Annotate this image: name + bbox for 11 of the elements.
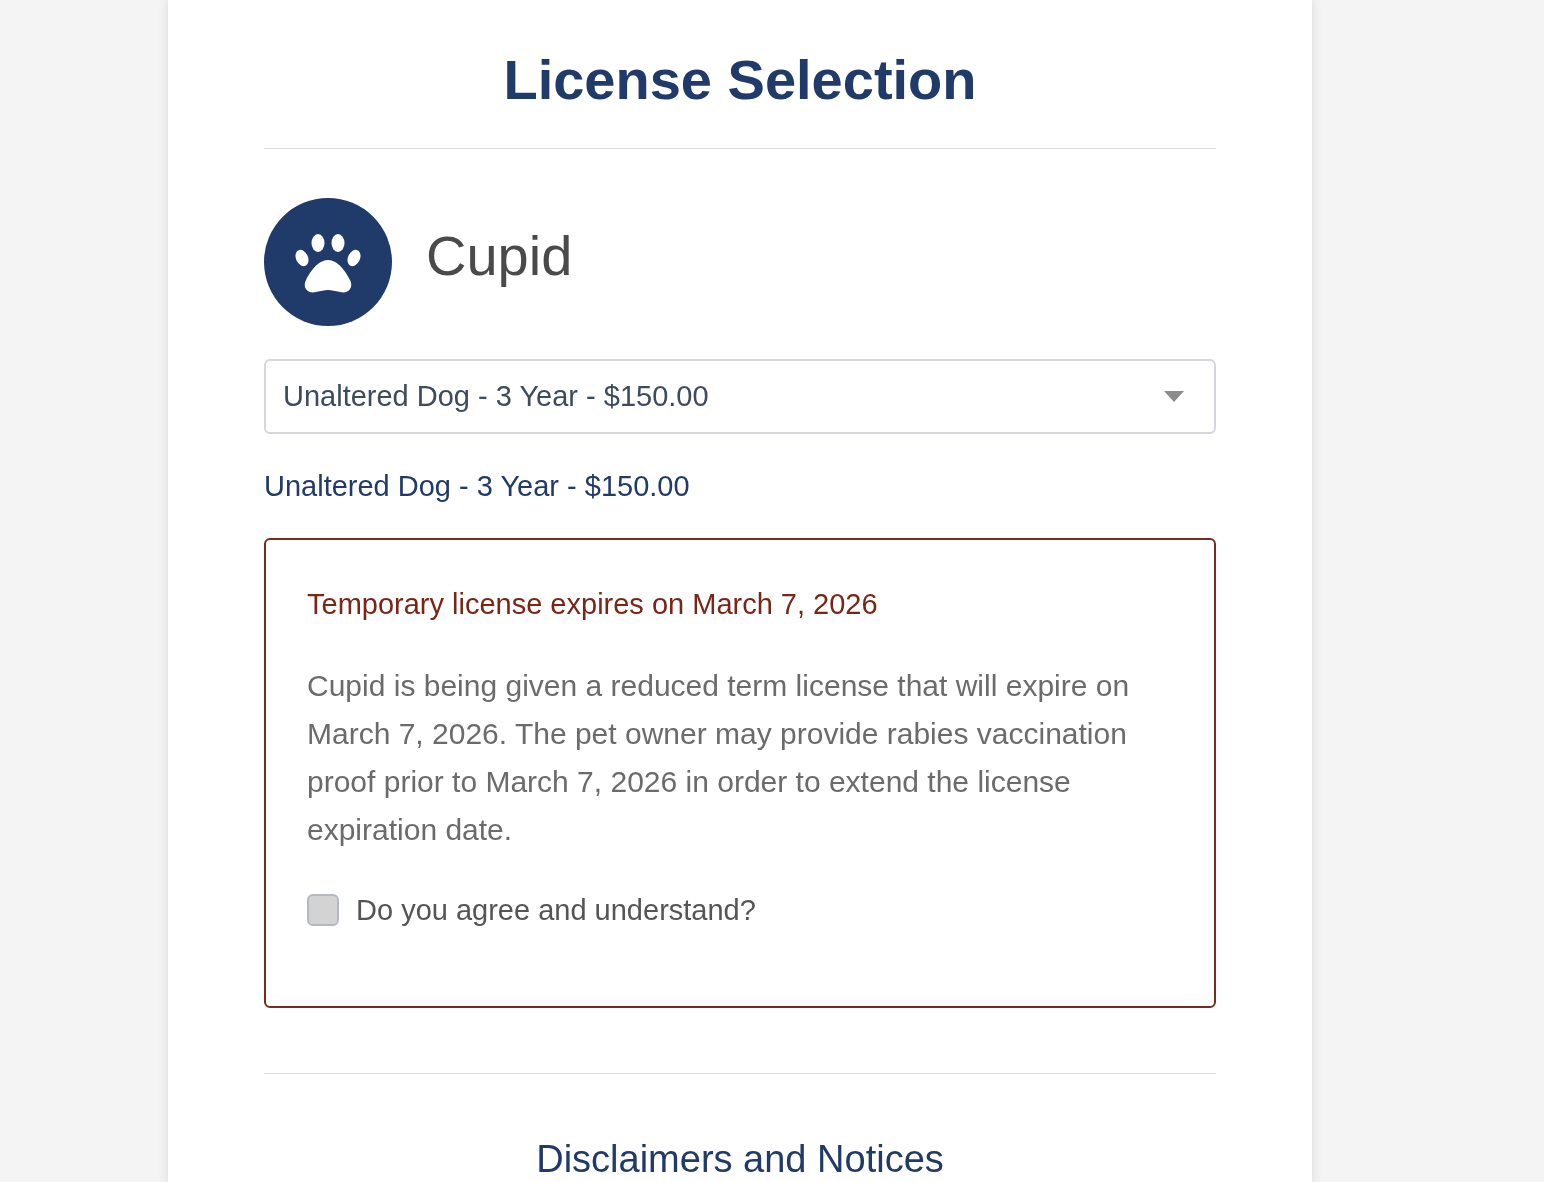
section-title: Disclaimers and Notices xyxy=(536,1137,944,1181)
checkbox[interactable] xyxy=(307,894,339,926)
page-title: License Selection xyxy=(503,47,977,113)
notice-text: Cupid is being given a reduced term license that will expire on March 7, 2026. The pet owner may provide rabies vaccination proof prior to March 7, 2026 in order to extend the license expiration date. xyxy=(307,668,1131,848)
agreement-label: Do you agree and understand? xyxy=(356,893,756,928)
pet-name: Cupid xyxy=(426,223,573,289)
selected-license: Unaltered Dog - 3 Year - $150.00 xyxy=(264,469,690,504)
paw-icon xyxy=(264,198,392,326)
license-select[interactable]: Unaltered Dog - 3 Year - $150.00 xyxy=(264,359,1216,434)
notice-title: Temporary license expires on March 7, 2026 xyxy=(307,587,878,622)
caret-icon xyxy=(1164,391,1184,402)
